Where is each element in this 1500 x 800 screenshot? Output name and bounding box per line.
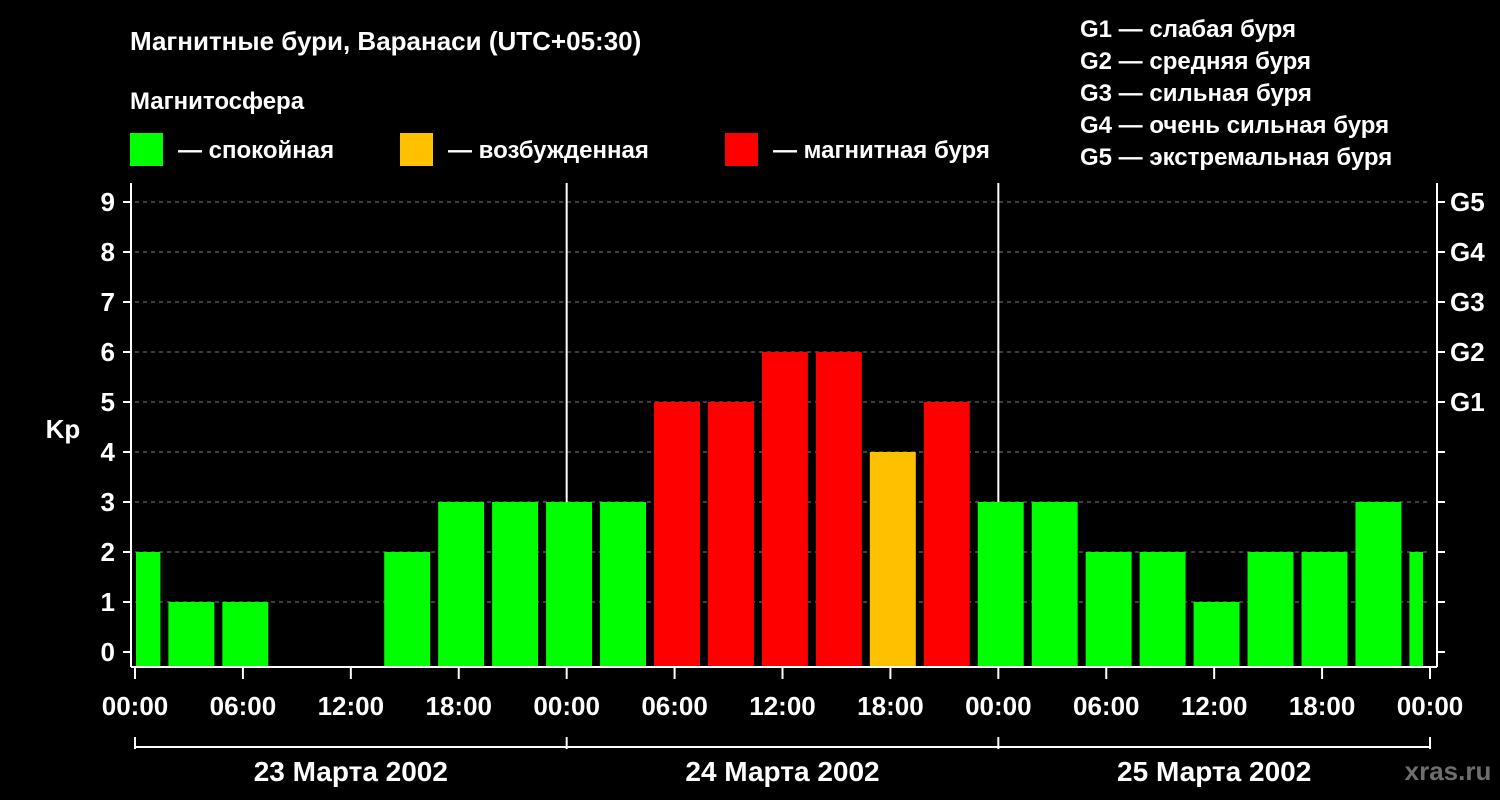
x-tick-label: 18:00	[426, 691, 493, 721]
day-labels: 23 Марта 2002 24 Марта 2002 25 Марта 2002	[134, 737, 1431, 787]
kp-bar	[1355, 502, 1402, 667]
g-legend-item: G1 — слабая буря	[1080, 16, 1296, 43]
g-legend-item: G4 — очень сильная буря	[1080, 112, 1389, 139]
x-tick-label: 00:00	[1397, 691, 1464, 721]
legend-swatch	[400, 133, 433, 166]
x-tick-label: 06:00	[210, 691, 277, 721]
kp-bar	[384, 552, 431, 667]
y-tick-label: 5	[101, 387, 115, 417]
g-scale-label: G3	[1450, 287, 1485, 317]
g-legend-item: G3 — сильная буря	[1080, 80, 1312, 107]
g-scale-label: G2	[1450, 337, 1485, 367]
kp-bar	[1409, 552, 1423, 667]
x-tick-label: 12:00	[1181, 691, 1248, 721]
kp-bar	[707, 402, 754, 667]
chart-title: Магнитные бури, Варанаси (UTC+05:30)	[130, 26, 641, 56]
day-label: 23 Марта 2002	[254, 756, 448, 787]
legend-swatch	[130, 133, 163, 166]
kp-bar	[1085, 552, 1132, 667]
kp-bar	[815, 352, 862, 667]
kp-bar	[168, 602, 215, 667]
g-scale-ticks: G1 G2 G3 G4 G5	[1437, 187, 1485, 653]
legend-label: — магнитная буря	[773, 137, 990, 164]
y-tick-label: 9	[101, 187, 115, 217]
x-tick-label: 06:00	[641, 691, 708, 721]
y-tick-label: 0	[101, 637, 115, 667]
x-tick-label: 12:00	[749, 691, 816, 721]
kp-bar	[492, 502, 539, 667]
x-tick-label: 12:00	[318, 691, 385, 721]
day-label: 24 Марта 2002	[685, 756, 879, 787]
kp-bar	[600, 502, 646, 667]
x-tick-label: 18:00	[1289, 691, 1356, 721]
kp-chart: Магнитные бури, Варанаси (UTC+05:30) Маг…	[46, 16, 1492, 787]
legend-swatch	[725, 133, 758, 166]
bars	[136, 352, 1423, 667]
kp-bar	[869, 452, 916, 667]
y-tick-label: 8	[101, 237, 115, 267]
g-scale-label: G5	[1450, 187, 1485, 217]
legend-label: — спокойная	[178, 137, 334, 164]
kp-bar	[1031, 502, 1078, 667]
kp-bar	[654, 402, 700, 667]
y-tick-label: 7	[101, 287, 115, 317]
kp-bar	[1193, 602, 1240, 667]
legend-label: — возбужденная	[448, 137, 649, 164]
g-legend-item: G5 — экстремальная буря	[1080, 144, 1392, 171]
y-tick-label: 6	[101, 337, 115, 367]
kp-bar	[438, 502, 485, 667]
kp-bar	[1301, 552, 1348, 667]
x-tick-label: 00:00	[102, 691, 169, 721]
kp-bar	[977, 502, 1024, 667]
x-tick-label: 06:00	[1073, 691, 1140, 721]
kp-bar	[1247, 552, 1294, 667]
kp-bar	[222, 602, 269, 667]
y-tick-label: 4	[101, 437, 116, 467]
storm-level-legend: G1 — слабая буря G2 — средняя буря G3 — си…	[1080, 16, 1392, 171]
kp-bar	[761, 352, 808, 667]
x-tick-label: 00:00	[533, 691, 600, 721]
y-tick-label: 2	[101, 537, 115, 567]
day-label: 25 Марта 2002	[1117, 756, 1311, 787]
y-axis-ticks: 0 1 2 3 4 5 6 7 8 9	[101, 187, 131, 667]
y-tick-label: 3	[101, 487, 115, 517]
kp-bar	[1139, 552, 1186, 667]
x-tick-label: 18:00	[857, 691, 924, 721]
x-axis-ticks: 00:00 06:00 12:00 18:00 00:00 06:00 12:00 18:00…	[102, 667, 1464, 721]
g-legend-item: G2 — средняя буря	[1080, 48, 1311, 75]
kp-bar	[923, 402, 970, 667]
y-axis-label: Kp	[46, 414, 81, 444]
g-scale-label: G1	[1450, 387, 1485, 417]
y-tick-label: 1	[101, 587, 115, 617]
kp-bar	[546, 502, 593, 667]
legend-heading: Магнитосфера	[130, 88, 305, 115]
color-legend: — спокойная — возбужденная — магнитная бур…	[130, 133, 990, 166]
kp-bar	[136, 552, 161, 667]
x-tick-label: 00:00	[965, 691, 1032, 721]
watermark: xras.ru	[1405, 756, 1492, 786]
g-scale-label: G4	[1450, 237, 1485, 267]
